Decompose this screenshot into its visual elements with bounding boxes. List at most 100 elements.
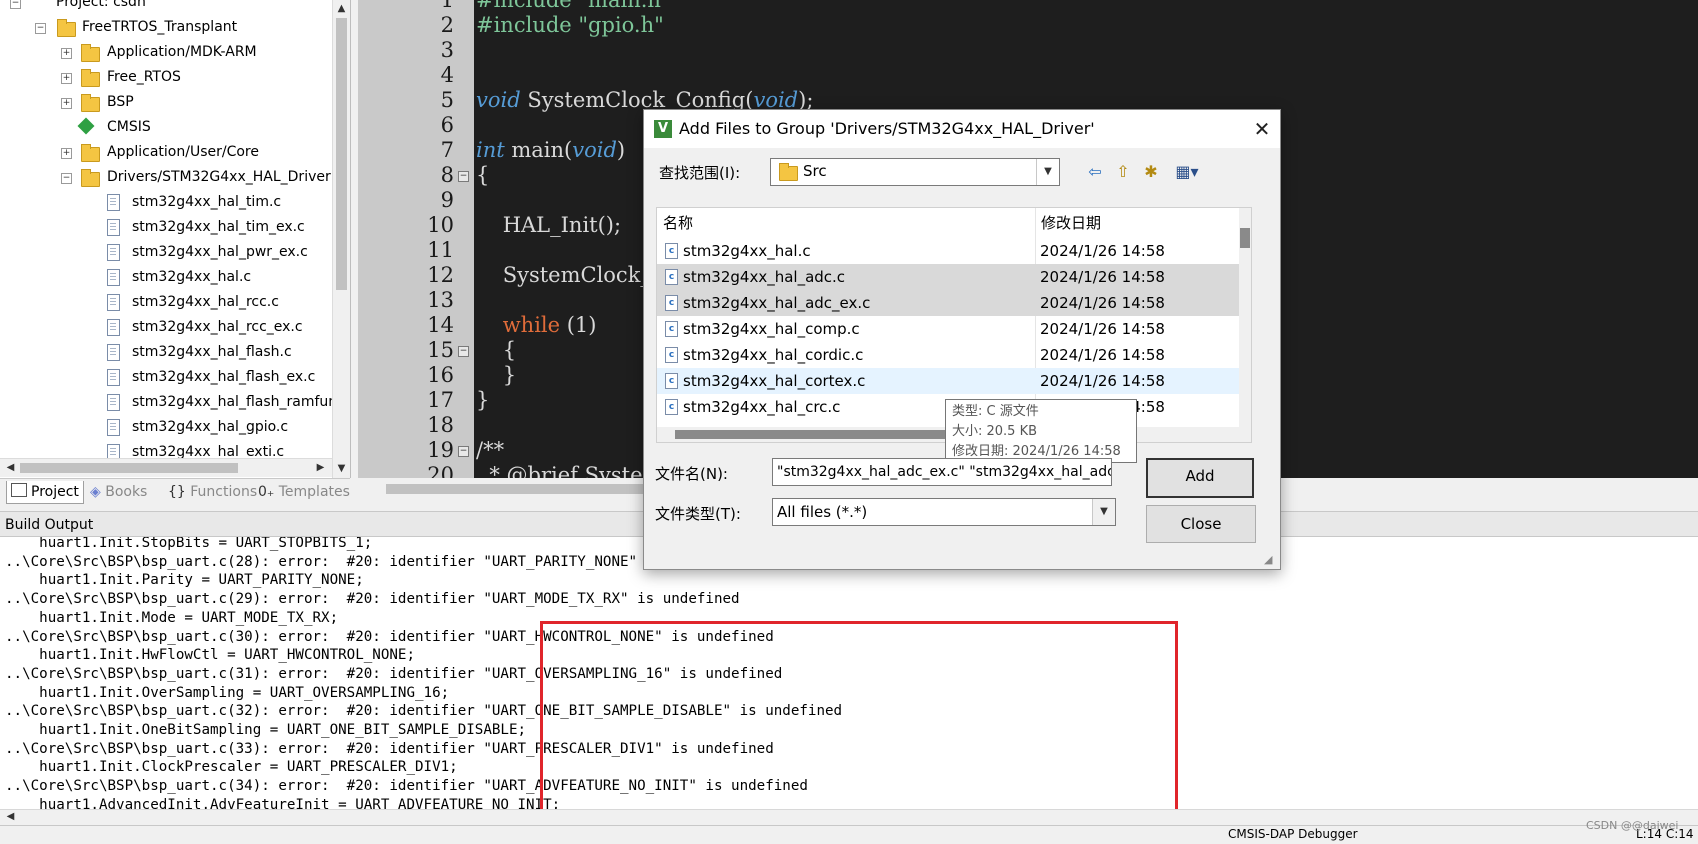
tree-group-item[interactable]: + Application/MDK-ARM	[0, 40, 330, 65]
tree-file-item[interactable]: stm32g4xx_hal_tim.c	[0, 190, 330, 215]
scrollbar-thumb[interactable]	[20, 463, 238, 473]
code-token: }	[476, 388, 490, 412]
tree-file-item[interactable]: stm32g4xx_hal_flash.c	[0, 340, 330, 365]
panel-tabs: Project ◈ Books {} Functions 0₊ Template…	[0, 478, 350, 504]
tree-file-label: stm32g4xx_hal_flash_ex.c	[132, 369, 316, 385]
expand-toggle-icon[interactable]: +	[61, 98, 72, 109]
resize-grip-icon[interactable]: ◢	[1264, 553, 1276, 566]
line-number: 4	[440, 63, 454, 87]
back-arrow-icon[interactable]: ⇦	[1084, 162, 1106, 182]
c-file-icon	[107, 319, 120, 336]
tree-file-label: stm32g4xx_hal_rcc_ex.c	[132, 319, 303, 335]
expand-toggle-icon[interactable]: +	[61, 48, 72, 59]
fold-toggle-icon[interactable]: −	[458, 171, 469, 182]
tree-group-item[interactable]: + Free_RTOS	[0, 65, 330, 90]
close-button[interactable]: Close	[1146, 505, 1256, 543]
tree-root-row[interactable]: − FreeTRTOS_Transplant	[0, 15, 330, 40]
add-button[interactable]: Add	[1146, 458, 1254, 498]
tree-group-item[interactable]: + Application/User/Core	[0, 140, 330, 165]
file-name: stm32g4xx_hal_comp.c	[683, 320, 860, 338]
collapse-toggle-icon[interactable]: −	[61, 173, 72, 184]
tree-group-item[interactable]: CMSIS	[0, 115, 330, 140]
collapse-toggle-icon[interactable]: −	[35, 23, 46, 34]
filename-input[interactable]: "stm32g4xx_hal_adc_ex.c" "stm32g4xx_hal_…	[772, 458, 1112, 486]
expand-toggle-icon[interactable]: +	[61, 148, 72, 159]
code-line[interactable]: }	[476, 388, 489, 412]
tree-file-item[interactable]: stm32g4xx_hal_flash_ex.c	[0, 365, 330, 390]
scrollbar-thumb[interactable]	[675, 430, 955, 439]
column-header-date[interactable]: 修改日期	[1041, 208, 1101, 238]
tab-templates[interactable]: 0₊ Templates	[258, 481, 350, 503]
code-line[interactable]: /**	[476, 438, 504, 462]
code-line[interactable]: while (1)	[476, 313, 597, 337]
scroll-left-arrow-icon[interactable]: ◀	[2, 459, 19, 476]
tree-file-item[interactable]: stm32g4xx_hal_flash_ramfunc.c	[0, 390, 350, 415]
up-folder-icon[interactable]: ⇧	[1112, 162, 1134, 182]
scrollbar-thumb[interactable]	[1240, 228, 1250, 248]
view-menu-icon[interactable]: ▦▾	[1170, 162, 1204, 182]
file-row[interactable]: c stm32g4xx_hal.c 2024/1/26 14:58	[657, 238, 1239, 264]
code-line[interactable]: #include "gpio.h"	[476, 13, 664, 37]
code-line[interactable]: int main(void)	[476, 138, 625, 162]
chevron-down-icon[interactable]: ▼	[1092, 499, 1115, 525]
tab-books[interactable]: ◈ Books	[90, 481, 147, 503]
tooltip-size: 大小: 20.5 KB	[952, 424, 1038, 439]
tab-project[interactable]: Project	[6, 481, 84, 504]
error-line: ..\Core\Src\BSP\bsp_uart.c(29): error: #…	[5, 591, 740, 608]
tree-group-item[interactable]: − Drivers/STM32G4xx_HAL_Driver	[0, 165, 331, 190]
c-file-icon	[107, 344, 120, 361]
file-row[interactable]: c stm32g4xx_hal_comp.c 2024/1/26 14:58	[657, 316, 1239, 342]
scroll-left-arrow-icon[interactable]: ◀	[2, 809, 19, 825]
file-row[interactable]: c stm32g4xx_hal_cortex.c 2024/1/26 14:58	[657, 368, 1239, 394]
tree-file-item[interactable]: stm32g4xx_hal_tim_ex.c	[0, 215, 330, 240]
filetype-dropdown[interactable]: All files (*.*) ▼	[772, 498, 1116, 526]
code-line[interactable]: HAL_Init();	[476, 213, 621, 237]
scrollbar-thumb[interactable]	[336, 18, 347, 290]
tree-vertical-scrollbar[interactable]: ▲ ▼	[332, 0, 350, 478]
fold-toggle-icon[interactable]: −	[458, 446, 469, 457]
tree-horizontal-scrollbar[interactable]: ◀ ▶	[0, 458, 332, 477]
tree-file-label: stm32g4xx_hal_gpio.c	[132, 419, 289, 435]
file-row[interactable]: c stm32g4xx_hal_adc_ex.c 2024/1/26 14:58	[657, 290, 1239, 316]
file-row[interactable]: c stm32g4xx_hal_cordic.c 2024/1/26 14:58	[657, 342, 1239, 368]
chevron-down-icon[interactable]: ▼	[1036, 159, 1059, 185]
code-line[interactable]: #include "main.h"	[476, 0, 671, 12]
tree-file-item[interactable]: stm32g4xx_hal.c	[0, 265, 330, 290]
build-output-horizontal-scrollbar[interactable]: ◀	[0, 809, 1698, 826]
line-number: 12	[427, 263, 454, 287]
tree-file-item[interactable]: stm32g4xx_hal_rcc.c	[0, 290, 330, 315]
scroll-down-arrow-icon[interactable]: ▼	[333, 460, 350, 477]
close-icon[interactable]: ✕	[1250, 118, 1274, 140]
scrollbar-thumb[interactable]	[386, 484, 686, 494]
line-number: 9	[440, 188, 454, 212]
add-files-dialog: V Add Files to Group 'Drivers/STM32G4xx_…	[643, 109, 1281, 570]
collapse-toggle-icon[interactable]: −	[10, 0, 21, 9]
tab-functions[interactable]: {} Functions	[168, 481, 257, 503]
fold-toggle-icon[interactable]: −	[458, 346, 469, 357]
cmsis-diamond-icon	[77, 117, 95, 135]
tree-file-item[interactable]: stm32g4xx_hal_pwr_ex.c	[0, 240, 330, 265]
column-header-name[interactable]: 名称	[663, 208, 693, 238]
code-line[interactable]: {	[476, 163, 489, 187]
look-in-dropdown[interactable]: Src ▼	[770, 158, 1060, 186]
folder-icon	[81, 169, 100, 187]
tree-project-row[interactable]: − Project: csdn	[0, 0, 330, 15]
line-number: 17	[427, 388, 454, 412]
code-token: while	[476, 313, 561, 337]
tree-group-item[interactable]: + BSP	[0, 90, 330, 115]
file-list-vertical-scrollbar[interactable]	[1239, 208, 1251, 442]
tree-file-item[interactable]: stm32g4xx_hal_rcc_ex.c	[0, 315, 330, 340]
expand-toggle-icon[interactable]: +	[61, 73, 72, 84]
new-folder-icon[interactable]: ✱	[1140, 162, 1162, 182]
code-line[interactable]: {	[476, 338, 516, 362]
keil-app-icon: V	[654, 120, 672, 138]
scroll-up-arrow-icon[interactable]: ▲	[333, 0, 350, 17]
code-line[interactable]: }	[476, 363, 516, 387]
highlight-annotation-box	[540, 621, 1178, 822]
tree-file-item[interactable]: stm32g4xx_hal_gpio.c	[0, 415, 330, 440]
dialog-titlebar[interactable]: V Add Files to Group 'Drivers/STM32G4xx_…	[644, 110, 1280, 148]
file-row[interactable]: c stm32g4xx_hal_adc.c 2024/1/26 14:58	[657, 264, 1239, 290]
scroll-right-arrow-icon[interactable]: ▶	[312, 459, 329, 476]
folder-icon	[81, 144, 100, 162]
tree-file-label: stm32g4xx_hal_tim.c	[132, 194, 282, 210]
